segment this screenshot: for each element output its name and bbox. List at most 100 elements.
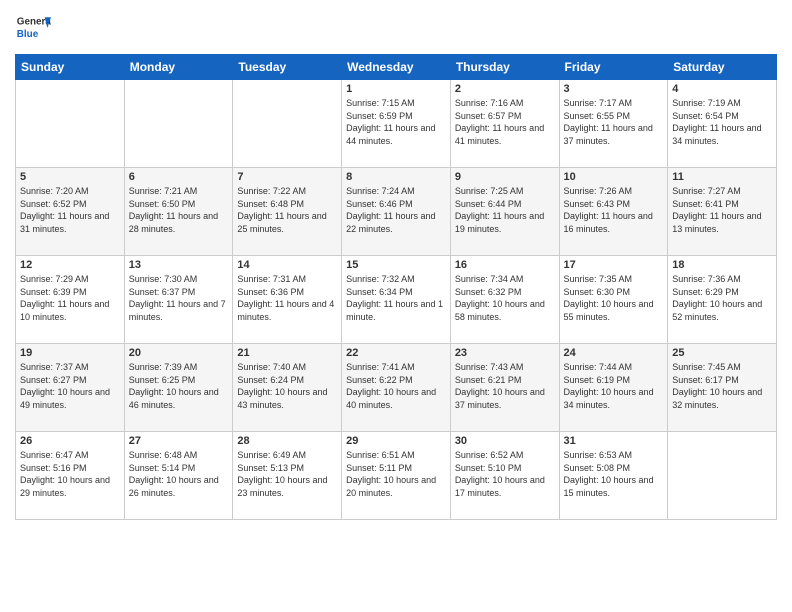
day-number: 21 [237,347,337,359]
day-number: 9 [455,171,555,183]
day-info: Sunrise: 6:51 AMSunset: 5:11 PMDaylight:… [346,449,446,499]
calendar-week-2: 5 Sunrise: 7:20 AMSunset: 6:52 PMDaylight… [16,168,777,256]
day-number: 8 [346,171,446,183]
col-header-monday: Monday [124,55,233,80]
calendar-header-row: SundayMondayTuesdayWednesdayThursdayFrid… [16,55,777,80]
day-info: Sunrise: 7:41 AMSunset: 6:22 PMDaylight:… [346,361,446,411]
calendar-cell: 14Sunrise: 7:31 AMSunset: 6:36 PMDayligh… [233,256,342,344]
day-number: 1 [346,83,446,95]
calendar-cell: 7 Sunrise: 7:22 AMSunset: 6:48 PMDaylight… [233,168,342,256]
calendar-cell: 16Sunrise: 7:34 AMSunset: 6:32 PMDayligh… [450,256,559,344]
calendar-cell: 8 Sunrise: 7:24 AMSunset: 6:46 PMDaylight… [342,168,451,256]
day-number: 5 [20,171,120,183]
day-number: 15 [346,259,446,271]
day-info: Sunrise: 7:26 AMSunset: 6:43 PMDaylight:… [564,185,664,235]
day-info: Sunrise: 7:21 AMSunset: 6:50 PMDaylight:… [129,185,229,235]
day-number: 27 [129,435,229,447]
calendar-cell: 23 Sunrise: 7:43 AMSunset: 6:21 PMDayligh… [450,344,559,432]
day-info: Sunrise: 7:27 AMSunset: 6:41 PMDaylight:… [672,185,772,235]
calendar-cell: 18 Sunrise: 7:36 AMSunset: 6:29 PMDayligh… [668,256,777,344]
day-number: 4 [672,83,772,95]
day-info: Sunrise: 6:52 AMSunset: 5:10 PMDaylight:… [455,449,555,499]
calendar-cell: 4 Sunrise: 7:19 AMSunset: 6:54 PMDaylight… [668,80,777,168]
day-info: Sunrise: 7:20 AMSunset: 6:52 PMDaylight:… [20,185,120,235]
day-number: 6 [129,171,229,183]
day-info: Sunrise: 7:45 AMSunset: 6:17 PMDaylight:… [672,361,772,411]
day-number: 31 [564,435,664,447]
calendar-week-5: 26Sunrise: 6:47 AMSunset: 5:16 PMDayligh… [16,432,777,520]
day-info: Sunrise: 7:37 AMSunset: 6:27 PMDaylight:… [20,361,120,411]
calendar-cell [124,80,233,168]
day-info: Sunrise: 7:29 AMSunset: 6:39 PMDaylight:… [20,273,120,323]
day-number: 25 [672,347,772,359]
day-number: 13 [129,259,229,271]
logo-icon: General Blue [15,10,51,46]
day-info: Sunrise: 7:43 AMSunset: 6:21 PMDaylight:… [455,361,555,411]
calendar-cell: 29 Sunrise: 6:51 AMSunset: 5:11 PMDayligh… [342,432,451,520]
svg-text:Blue: Blue [17,29,39,40]
calendar-cell [668,432,777,520]
calendar-cell: 13 Sunrise: 7:30 AMSunset: 6:37 PMDayligh… [124,256,233,344]
day-number: 18 [672,259,772,271]
calendar-cell [16,80,125,168]
calendar-cell: 20Sunrise: 7:39 AMSunset: 6:25 PMDayligh… [124,344,233,432]
calendar-cell: 2 Sunrise: 7:16 AMSunset: 6:57 PMDaylight… [450,80,559,168]
day-info: Sunrise: 7:30 AMSunset: 6:37 PMDaylight:… [129,273,229,323]
day-info: Sunrise: 7:22 AMSunset: 6:48 PMDaylight:… [237,185,337,235]
day-info: Sunrise: 7:39 AMSunset: 6:25 PMDaylight:… [129,361,229,411]
calendar-cell [233,80,342,168]
calendar-week-4: 19 Sunrise: 7:37 AMSunset: 6:27 PMDayligh… [16,344,777,432]
day-number: 17 [564,259,664,271]
col-header-tuesday: Tuesday [233,55,342,80]
day-info: Sunrise: 7:24 AMSunset: 6:46 PMDaylight:… [346,185,446,235]
calendar-cell: 1 Sunrise: 7:15 AMSunset: 6:59 PMDaylight… [342,80,451,168]
calendar-cell: 27 Sunrise: 6:48 AMSunset: 5:14 PMDayligh… [124,432,233,520]
day-number: 28 [237,435,337,447]
calendar-cell: 21Sunrise: 7:40 AMSunset: 6:24 PMDayligh… [233,344,342,432]
calendar-cell: 31 Sunrise: 6:53 AMSunset: 5:08 PMDayligh… [559,432,668,520]
day-number: 14 [237,259,337,271]
day-info: Sunrise: 7:36 AMSunset: 6:29 PMDaylight:… [672,273,772,323]
day-number: 2 [455,83,555,95]
day-number: 16 [455,259,555,271]
day-number: 19 [20,347,120,359]
day-info: Sunrise: 7:19 AMSunset: 6:54 PMDaylight:… [672,97,772,147]
calendar-week-1: 1 Sunrise: 7:15 AMSunset: 6:59 PMDaylight… [16,80,777,168]
col-header-saturday: Saturday [668,55,777,80]
day-info: Sunrise: 7:15 AMSunset: 6:59 PMDaylight:… [346,97,446,147]
day-number: 12 [20,259,120,271]
day-info: Sunrise: 7:16 AMSunset: 6:57 PMDaylight:… [455,97,555,147]
calendar-cell: 12 Sunrise: 7:29 AMSunset: 6:39 PMDayligh… [16,256,125,344]
calendar-cell: 24 Sunrise: 7:44 AMSunset: 6:19 PMDayligh… [559,344,668,432]
calendar-cell: 3 Sunrise: 7:17 AMSunset: 6:55 PMDaylight… [559,80,668,168]
day-number: 26 [20,435,120,447]
day-number: 24 [564,347,664,359]
calendar-cell: 25 Sunrise: 7:45 AMSunset: 6:17 PMDayligh… [668,344,777,432]
calendar-cell: 26Sunrise: 6:47 AMSunset: 5:16 PMDayligh… [16,432,125,520]
day-info: Sunrise: 6:48 AMSunset: 5:14 PMDaylight:… [129,449,229,499]
day-info: Sunrise: 7:35 AMSunset: 6:30 PMDaylight:… [564,273,664,323]
calendar-table: SundayMondayTuesdayWednesdayThursdayFrid… [15,54,777,520]
day-number: 7 [237,171,337,183]
day-number: 11 [672,171,772,183]
day-info: Sunrise: 6:53 AMSunset: 5:08 PMDaylight:… [564,449,664,499]
day-number: 22 [346,347,446,359]
calendar-cell: 6 Sunrise: 7:21 AMSunset: 6:50 PMDaylight… [124,168,233,256]
day-info: Sunrise: 7:44 AMSunset: 6:19 PMDaylight:… [564,361,664,411]
calendar-cell: 30 Sunrise: 6:52 AMSunset: 5:10 PMDayligh… [450,432,559,520]
calendar-cell: 5 Sunrise: 7:20 AMSunset: 6:52 PMDaylight… [16,168,125,256]
calendar-cell: 19 Sunrise: 7:37 AMSunset: 6:27 PMDayligh… [16,344,125,432]
day-number: 23 [455,347,555,359]
calendar-cell: 10 Sunrise: 7:26 AMSunset: 6:43 PMDayligh… [559,168,668,256]
col-header-thursday: Thursday [450,55,559,80]
calendar-cell: 28Sunrise: 6:49 AMSunset: 5:13 PMDayligh… [233,432,342,520]
day-number: 29 [346,435,446,447]
day-number: 30 [455,435,555,447]
day-number: 10 [564,171,664,183]
col-header-wednesday: Wednesday [342,55,451,80]
day-info: Sunrise: 7:17 AMSunset: 6:55 PMDaylight:… [564,97,664,147]
page: General Blue SundayMondayTuesdayWednesda… [0,0,792,612]
col-header-friday: Friday [559,55,668,80]
day-number: 3 [564,83,664,95]
calendar-cell: 9Sunrise: 7:25 AMSunset: 6:44 PMDaylight… [450,168,559,256]
